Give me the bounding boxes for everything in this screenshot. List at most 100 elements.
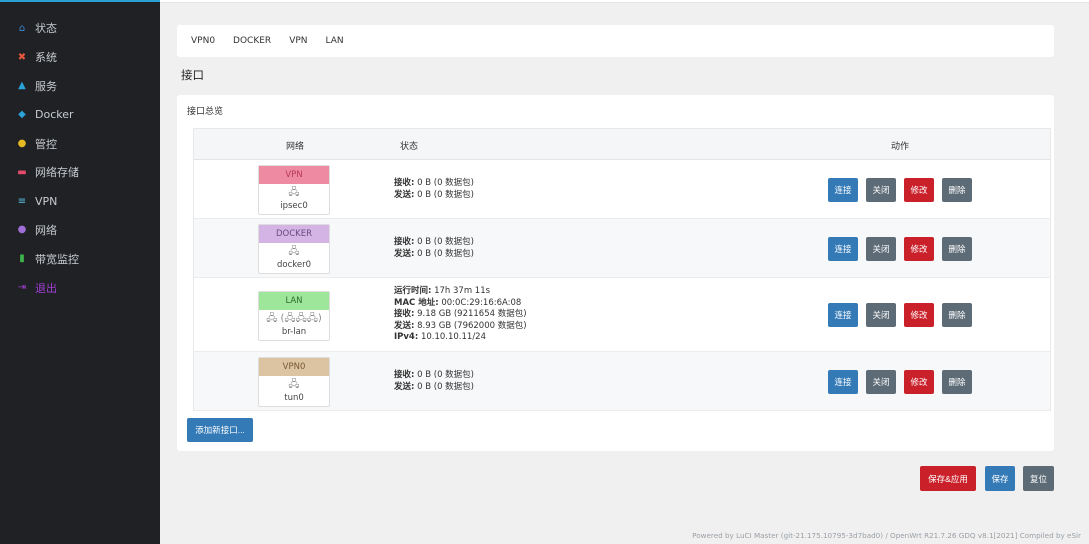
- sidebar-item-label: 系统: [35, 51, 57, 65]
- row-actions: 连接 关闭 修改 删除: [828, 369, 980, 394]
- tab-docker[interactable]: DOCKER: [233, 36, 271, 46]
- tab-vpn0[interactable]: VPN0: [191, 36, 215, 46]
- stop-button[interactable]: 关闭: [866, 177, 896, 202]
- status-key: 接收:: [394, 370, 415, 380]
- ethernet-port-icon: 🖧: [288, 246, 300, 257]
- status-line: 接收: 9.18 GB (9211654 数据包): [394, 309, 527, 321]
- stop-button[interactable]: 关闭: [866, 236, 896, 261]
- interface-name: VPN: [259, 166, 329, 184]
- status-line: 运行时间: 17h 37m 11s: [394, 286, 527, 298]
- sidebar-accent-line: [0, 0, 160, 2]
- status-line: 接收: 0 B (0 数据包): [394, 178, 474, 190]
- delete-button[interactable]: 删除: [942, 369, 972, 394]
- interface-name: VPN0: [259, 358, 329, 376]
- device-name: ipsec0: [280, 201, 308, 211]
- device-name: tun0: [284, 393, 304, 403]
- interface-status: 接收: 0 B (0 数据包) 发送: 0 B (0 数据包): [394, 370, 474, 393]
- page-title: 接口: [181, 68, 204, 82]
- table-row: VPN 🖧 ipsec0 接收: 0 B (0 数据包) 发送: 0 B (0 数据包)…: [194, 160, 1050, 219]
- bandwidth-icon: ▮: [19, 253, 25, 265]
- status-key: 运行时间:: [394, 286, 432, 297]
- edit-button[interactable]: 修改: [904, 303, 934, 327]
- footer-text: Powered by LuCI Master (git-21.175.10795…: [692, 531, 1081, 540]
- row-actions: 连接 关闭 修改 删除: [828, 177, 980, 202]
- connect-button[interactable]: 连接: [828, 236, 858, 261]
- status-line: 发送: 8.93 GB (7962000 数据包): [394, 321, 527, 333]
- status-key: 接收:: [394, 178, 415, 188]
- connect-button[interactable]: 连接: [828, 369, 858, 394]
- tools-icon: ✖: [17, 51, 27, 63]
- status-key: 发送:: [394, 320, 415, 331]
- control-icon: ●: [17, 138, 27, 150]
- col-actions-header: 动作: [891, 142, 910, 152]
- col-status-header: 状态: [400, 142, 419, 152]
- connect-button[interactable]: 连接: [828, 303, 858, 327]
- reset-button[interactable]: 复位: [1023, 466, 1054, 491]
- status-value: 0 B (0 数据包): [414, 237, 474, 247]
- col-network-header: 网络: [286, 142, 305, 152]
- storage-icon: ▬: [17, 166, 27, 178]
- edit-button[interactable]: 修改: [904, 177, 934, 202]
- vpn-icon: ≡: [17, 195, 27, 207]
- interface-status: 接收: 0 B (0 数据包) 发送: 0 B (0 数据包): [394, 237, 474, 260]
- edit-button[interactable]: 修改: [904, 369, 934, 394]
- table-row: VPN0 🖧 tun0 接收: 0 B (0 数据包) 发送: 0 B (0 数据包) 连…: [194, 352, 1050, 411]
- status-value: 0 B (0 数据包): [414, 248, 474, 259]
- connect-button[interactable]: 连接: [828, 177, 858, 202]
- device-name: docker0: [276, 260, 312, 270]
- sidebar-item-4[interactable]: ● 管控: [0, 129, 160, 158]
- status-line: MAC 地址: 00:0C:29:16:6A:08: [394, 298, 527, 310]
- save-apply-button[interactable]: 保存&应用: [920, 466, 976, 491]
- stop-button[interactable]: 关闭: [866, 303, 896, 327]
- docker-icon: ◆: [18, 109, 26, 121]
- status-value: 0 B (0 数据包): [414, 381, 474, 392]
- sidebar-item-2[interactable]: ▲ 服务: [0, 72, 160, 101]
- interface-tabs: VPN0 DOCKER VPN LAN: [177, 25, 1054, 57]
- table-header: 网络 状态 动作: [194, 129, 1050, 160]
- status-key: 接收:: [394, 237, 415, 247]
- stop-button[interactable]: 关闭: [866, 369, 896, 394]
- status-value: 0 B (0 数据包): [414, 178, 474, 188]
- top-bar: [160, 0, 1089, 3]
- interface-badge: VPN0 🖧 tun0: [258, 357, 330, 407]
- interface-status: 运行时间: 17h 37m 11s MAC 地址: 00:0C:29:16:6A:…: [394, 286, 527, 344]
- sidebar-item-label: Docker: [35, 108, 74, 122]
- interface-name: LAN: [259, 291, 329, 310]
- add-interface-button[interactable]: 添加新接口...: [187, 418, 253, 442]
- sidebar-item-6[interactable]: ≡ VPN: [0, 187, 160, 216]
- table-row: LAN 🖧 (🖧🖧🖧) br-lan 运行时间: 17h 37m 11s MAC 地址:…: [194, 278, 1050, 352]
- logout-icon: ⇥: [17, 282, 27, 294]
- status-value: 0 B (0 数据包): [414, 189, 474, 200]
- sidebar-item-7[interactable]: ● 网络: [0, 216, 160, 245]
- interface-badge: VPN 🖧 ipsec0: [258, 165, 330, 215]
- tab-lan[interactable]: LAN: [326, 36, 344, 46]
- sidebar-item-5[interactable]: ▬ 网络存储: [0, 158, 160, 187]
- sidebar-item-3[interactable]: ◆ Docker: [0, 100, 160, 129]
- interfaces-table: 网络 状态 动作 VPN 🖧 ipsec0 接收: 0 B (0 数据包) 发送: 0 …: [193, 128, 1051, 411]
- status-value: 0 B (0 数据包): [414, 370, 474, 380]
- sidebar-item-label: 网络存储: [35, 166, 79, 180]
- edit-button[interactable]: 修改: [904, 236, 934, 261]
- main-content: VPN0 DOCKER VPN LAN 接口 接口总览 网络 状态 动作 VPN 🖧 ip…: [160, 0, 1089, 544]
- sidebar-item-8[interactable]: ▮ 带宽监控: [0, 244, 160, 273]
- interface-name: DOCKER: [259, 225, 329, 243]
- sidebar-item-1[interactable]: ✖ 系统: [0, 43, 160, 72]
- sidebar-item-9[interactable]: ⇥ 退出: [0, 273, 160, 302]
- status-key: IPv4:: [394, 332, 419, 343]
- save-button[interactable]: 保存: [985, 466, 1015, 491]
- delete-button[interactable]: 删除: [942, 303, 972, 327]
- sidebar-item-label: 状态: [35, 22, 57, 36]
- sidebar-item-label: VPN: [35, 194, 58, 208]
- status-line: 接收: 0 B (0 数据包): [394, 370, 474, 382]
- sidebar-item-0[interactable]: ⌂ 状态: [0, 14, 160, 43]
- row-actions: 连接 关闭 修改 删除: [828, 303, 980, 327]
- tab-vpn[interactable]: VPN: [289, 36, 307, 46]
- sidebar-item-label: 带宽监控: [35, 252, 79, 266]
- ethernet-port-icon: 🖧: [288, 379, 300, 390]
- interfaces-overview-panel: 接口总览 网络 状态 动作 VPN 🖧 ipsec0 接收: 0 B (0 数据包) 发…: [177, 95, 1054, 451]
- sidebar-item-label: 服务: [35, 79, 57, 93]
- delete-button[interactable]: 删除: [942, 236, 972, 261]
- delete-button[interactable]: 删除: [942, 177, 972, 202]
- interface-status: 接收: 0 B (0 数据包) 发送: 0 B (0 数据包): [394, 178, 474, 201]
- services-icon: ▲: [18, 80, 26, 92]
